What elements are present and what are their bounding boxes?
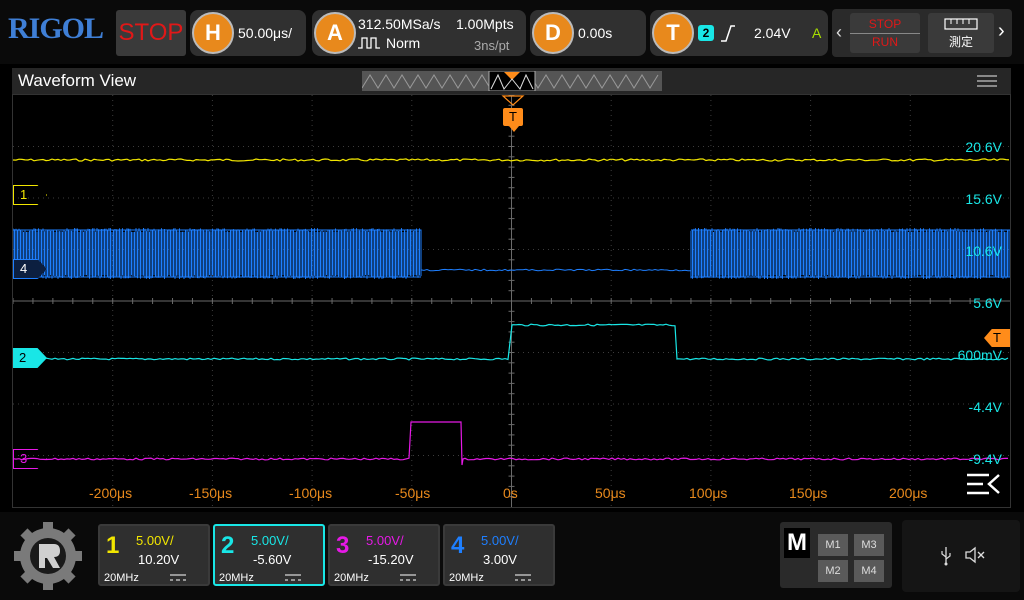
waveform-canvas[interactable] [13, 95, 1010, 507]
math-m2[interactable]: M2 [818, 560, 848, 582]
dc-coupling-icon [285, 574, 301, 581]
waveform-plot[interactable]: 20.6V 15.6V 10.6V 5.6V 600mV -4.4V -9.4V… [12, 94, 1011, 508]
trigger-group[interactable]: T 2 2.04V A [650, 10, 828, 56]
time-label: -50μs [395, 485, 431, 501]
ch2-offset: -5.60V [253, 552, 292, 567]
ch4-scale: 5.00V/ [481, 533, 519, 548]
acquire-mode-icon [358, 37, 380, 49]
dc-coupling-icon [400, 574, 416, 581]
time-label: -200μs [89, 485, 133, 501]
ch4-offset: 3.00V [483, 552, 517, 567]
ch2-scale: 5.00V/ [251, 533, 289, 548]
ch1-bandwidth: 20MHz [104, 572, 139, 584]
ch1-scale: 5.00V/ [136, 533, 174, 548]
run-stop-bottom-label: RUN [872, 35, 898, 49]
horizontal-group[interactable]: H 50.00μs/ [190, 10, 306, 56]
rigol-gear-logo-icon[interactable] [8, 516, 88, 596]
ch1-number: 1 [106, 532, 120, 559]
chevron-right-icon[interactable]: › [998, 20, 1005, 43]
dc-coupling-icon [515, 574, 531, 581]
horizontal-icon[interactable]: H [192, 12, 234, 54]
acquire-icon[interactable]: A [314, 12, 356, 54]
time-label: 50μs [595, 485, 626, 501]
memory-depth: 1.00Mpts [456, 16, 514, 32]
trigger-position-marker[interactable]: T [503, 108, 523, 126]
time-label: -100μs [289, 485, 333, 501]
dc-coupling-icon [170, 574, 186, 581]
ch3-number: 3 [336, 532, 350, 559]
waveform-view-title: Waveform View [18, 71, 137, 90]
time-label: 150μs [789, 485, 828, 501]
sample-rate: 312.50MSa/s [358, 16, 441, 32]
math-panel[interactable]: M M1 M3 M2 M4 [780, 522, 892, 588]
trigger-marker-tip-icon [509, 126, 519, 132]
rigol-logo: RIGOL [8, 12, 104, 45]
scale-label: -4.4V [968, 399, 1002, 415]
trigger-source-badge: 2 [698, 25, 714, 41]
math-m1[interactable]: M1 [818, 534, 848, 556]
trigger-position-caret-icon [501, 95, 525, 106]
time-label: 100μs [689, 485, 728, 501]
scale-label: 20.6V [965, 139, 1002, 155]
resolution: 3ns/pt [474, 38, 510, 53]
ch3-bandwidth: 20MHz [334, 572, 369, 584]
time-label: -150μs [189, 485, 233, 501]
memory-overview-bar[interactable] [362, 71, 662, 91]
ch4-bandwidth: 20MHz [449, 572, 484, 584]
scale-label: 15.6V [965, 191, 1002, 207]
time-label: 200μs [889, 485, 928, 501]
delay-group[interactable]: D 0.00s [530, 10, 646, 56]
delay-value: 0.00s [578, 25, 613, 41]
time-label: 0s [503, 485, 518, 501]
trigger-icon[interactable]: T [652, 12, 694, 54]
ch4-number: 4 [451, 532, 465, 559]
ch2-bandwidth: 20MHz [219, 572, 254, 584]
scale-label: 10.6V [965, 243, 1002, 259]
ch3-offset: -15.20V [368, 552, 414, 567]
math-label: M [784, 528, 810, 558]
usb-icon[interactable] [940, 546, 952, 566]
math-m4[interactable]: M4 [854, 560, 884, 582]
ruler-icon [944, 18, 978, 30]
scale-label: -9.4V [968, 451, 1002, 467]
delay-icon[interactable]: D [532, 12, 574, 54]
waveform-view-header: Waveform View [12, 68, 1011, 94]
status-tray [902, 520, 1020, 592]
trigger-level: 2.04V [754, 25, 791, 41]
acquire-group[interactable]: A 312.50MSa/s 1.00Mpts Norm 3ns/pt [312, 10, 526, 56]
measure-button[interactable]: 測定 [928, 13, 994, 53]
ch4-settings[interactable]: 4 5.00V/ 3.00V 20MHz [443, 524, 555, 586]
ch3-scale: 5.00V/ [366, 533, 404, 548]
scale-label: 600mV [957, 347, 1002, 363]
chevron-left-icon[interactable]: ‹ [836, 22, 842, 43]
scale-label: 5.6V [973, 295, 1002, 311]
ch1-offset: 10.20V [138, 552, 180, 567]
collapse-menu-icon[interactable] [965, 471, 1001, 497]
trigger-mode: A [812, 25, 822, 41]
run-stop-button[interactable]: STOP RUN [850, 13, 920, 53]
ch3-settings[interactable]: 3 5.00V/ -15.20V 20MHz [328, 524, 440, 586]
acquire-mode: Norm [386, 35, 421, 51]
math-m3[interactable]: M3 [854, 534, 884, 556]
mute-icon[interactable] [964, 546, 986, 564]
ch2-number: 2 [221, 532, 235, 559]
horizontal-scale: 50.00μs/ [238, 25, 292, 41]
run-stop-top-label: STOP [850, 16, 920, 34]
measure-label: 測定 [948, 35, 973, 49]
rising-edge-icon [721, 25, 735, 42]
menu-icon[interactable] [976, 74, 998, 88]
run-state-indicator[interactable]: STOP [116, 10, 186, 56]
ch2-waveform [13, 323, 1009, 361]
ch3-waveform [13, 421, 1009, 466]
ch2-settings[interactable]: 2 5.00V/ -5.60V 20MHz [213, 524, 325, 586]
ch1-settings[interactable]: 1 5.00V/ 10.20V 20MHz [98, 524, 210, 586]
